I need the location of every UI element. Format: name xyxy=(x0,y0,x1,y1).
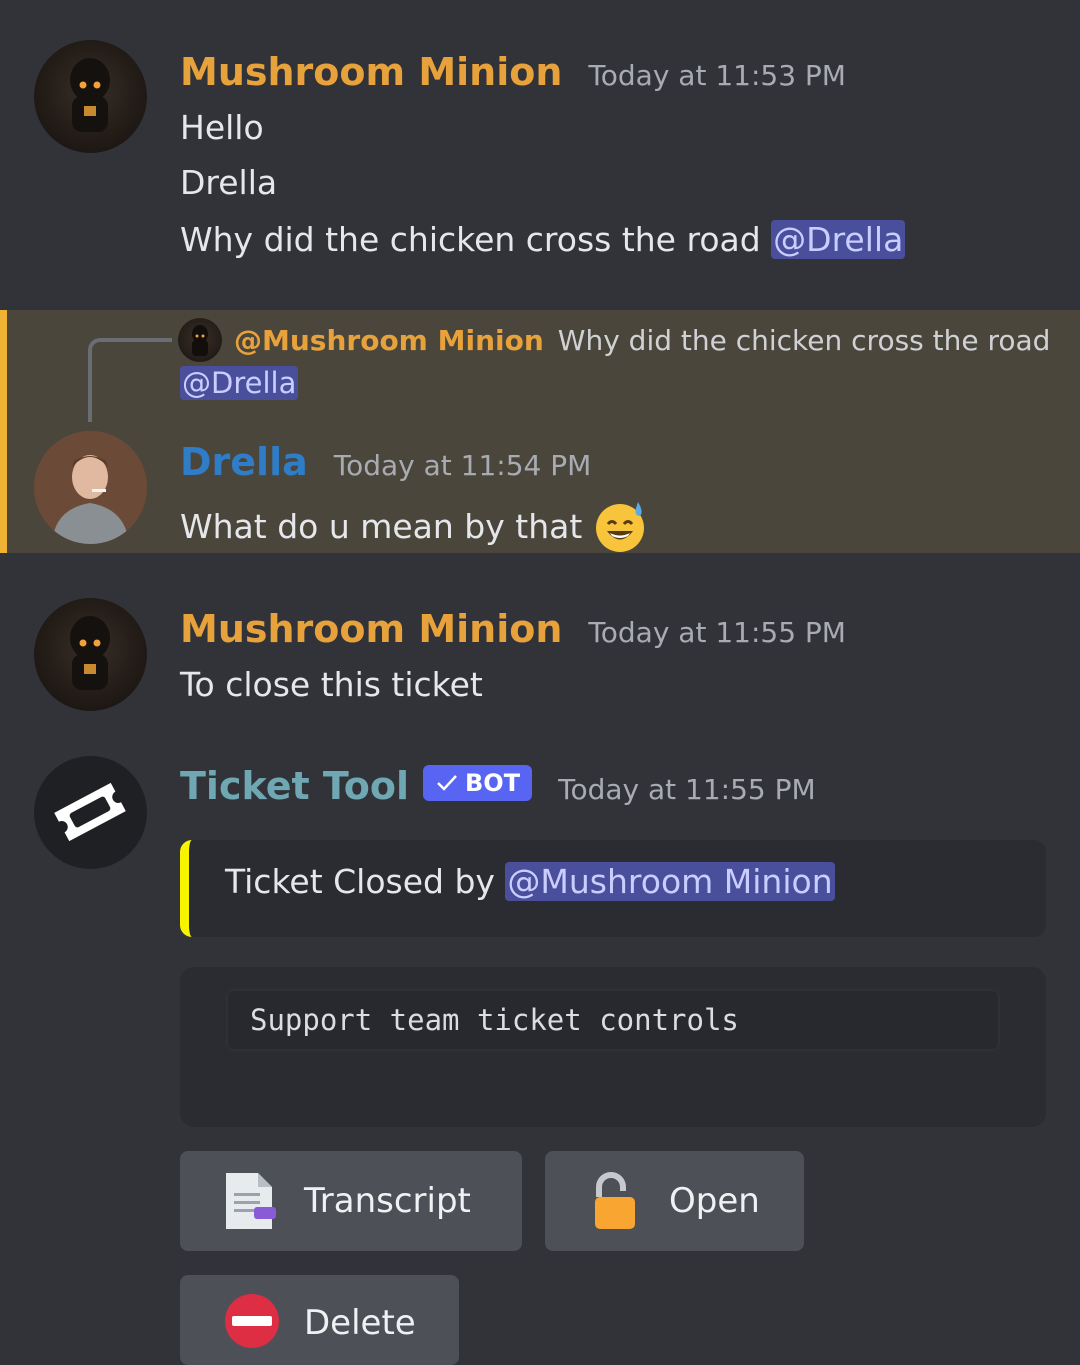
user-mention[interactable]: @Drella xyxy=(180,366,299,400)
timestamp: Today at 11:53 PM xyxy=(588,59,846,92)
message-line: What do u mean by that xyxy=(180,498,648,554)
button-label: Transcript xyxy=(304,1181,471,1221)
author-name[interactable]: Mushroom Minion xyxy=(180,50,562,94)
author-name[interactable]: Drella xyxy=(180,440,308,484)
message-line: Hello xyxy=(180,108,264,147)
transcript-button[interactable]: Transcript xyxy=(180,1151,522,1251)
unlock-icon xyxy=(589,1171,641,1231)
check-icon xyxy=(437,775,457,791)
avatar-mushroom-minion[interactable] xyxy=(34,598,147,711)
reply-reference[interactable]: @Mushroom Minion Why did the chicken cro… xyxy=(178,318,1050,362)
timestamp: Today at 11:55 PM xyxy=(558,773,816,806)
timestamp: Today at 11:55 PM xyxy=(588,616,846,649)
avatar-ticket-tool[interactable] xyxy=(34,756,147,869)
button-label: Delete xyxy=(304,1303,416,1343)
message-line: Why did the chicken cross the road @Drel… xyxy=(180,220,906,259)
controls-embed: Support team ticket controls xyxy=(180,967,1046,1127)
message-text: Why did the chicken cross the road xyxy=(180,220,772,259)
open-button[interactable]: Open xyxy=(545,1151,804,1251)
code-text: Support team ticket controls xyxy=(250,1003,739,1037)
message-line: Drella xyxy=(180,163,278,202)
user-mention[interactable]: @Mushroom Minion xyxy=(505,862,835,901)
author-name[interactable]: Ticket Tool xyxy=(180,764,409,808)
user-mention[interactable]: @Drella xyxy=(771,220,906,259)
message-text: What do u mean by that xyxy=(180,506,583,546)
embed: Ticket Closed by @Mushroom Minion xyxy=(180,840,1046,937)
author-name[interactable]: Mushroom Minion xyxy=(180,607,562,651)
reply-mention-line: @Drella xyxy=(180,366,299,400)
button-label: Open xyxy=(669,1181,760,1221)
sweat-smile-emoji-icon xyxy=(592,498,648,554)
timestamp: Today at 11:54 PM xyxy=(333,449,592,482)
message-line: To close this ticket xyxy=(180,665,483,704)
reply-author[interactable]: @Mushroom Minion xyxy=(234,324,544,357)
reply-text: Why did the chicken cross the road xyxy=(557,323,1051,357)
bot-badge-label: BOT xyxy=(465,769,521,797)
reply-spine xyxy=(88,338,172,422)
embed-description: Ticket Closed by @Mushroom Minion xyxy=(225,862,835,901)
no-entry-icon xyxy=(224,1293,279,1353)
avatar-mushroom-minion[interactable] xyxy=(34,40,147,153)
avatar-drella[interactable] xyxy=(34,431,147,544)
embed-text: Ticket Closed by xyxy=(225,862,506,901)
document-icon xyxy=(224,1171,276,1231)
reply-avatar xyxy=(178,318,222,362)
bot-badge: BOT xyxy=(423,765,533,801)
code-block: Support team ticket controls xyxy=(226,989,1000,1051)
